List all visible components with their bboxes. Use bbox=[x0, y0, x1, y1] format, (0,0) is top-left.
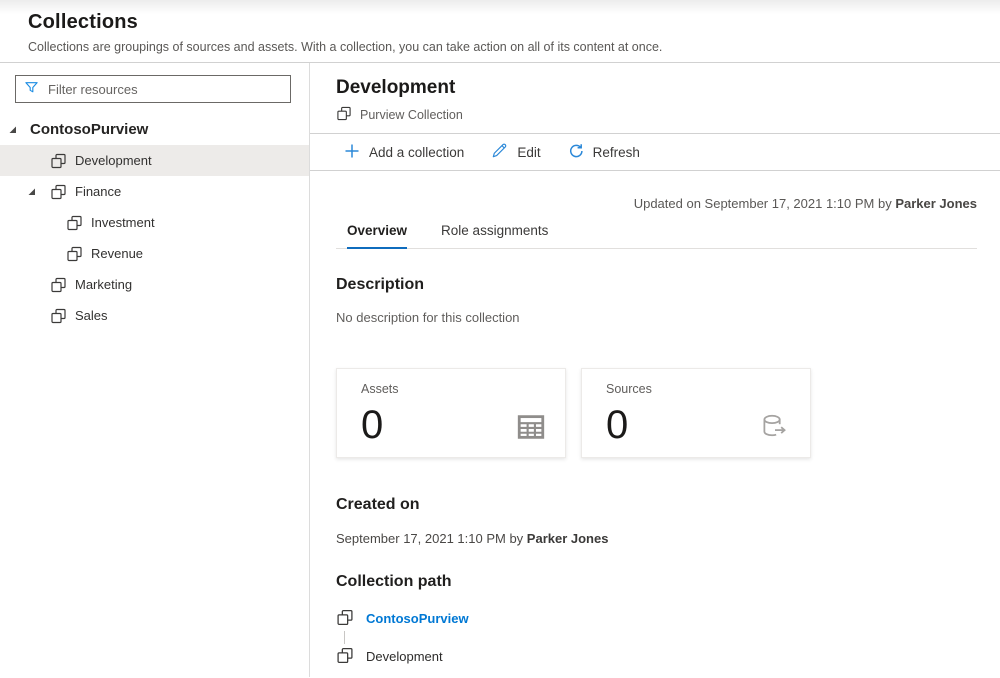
collection-icon bbox=[50, 277, 67, 293]
table-icon bbox=[517, 413, 545, 444]
created-by-name: Parker Jones bbox=[527, 531, 609, 546]
collection-icon bbox=[66, 215, 83, 231]
collection-path: ContosoPurview Development bbox=[336, 610, 977, 665]
tree-item-label: Investment bbox=[91, 215, 155, 230]
add-collection-label: Add a collection bbox=[369, 145, 464, 160]
description-empty-text: No description for this collection bbox=[336, 310, 977, 325]
description-heading: Description bbox=[336, 276, 977, 294]
collections-tree: ContosoPurview Development Finance bbox=[0, 115, 309, 331]
database-export-icon bbox=[760, 413, 790, 444]
sources-card-label: Sources bbox=[606, 382, 790, 396]
path-link-contosopurview[interactable]: ContosoPurview bbox=[366, 611, 469, 626]
tab-overview[interactable]: Overview bbox=[347, 223, 407, 249]
sources-card[interactable]: Sources 0 bbox=[581, 368, 811, 458]
command-bar: Add a collection Edit Refresh bbox=[310, 134, 1000, 171]
tree-item-investment[interactable]: Investment bbox=[0, 207, 309, 238]
tree-item-sales[interactable]: Sales bbox=[0, 300, 309, 331]
page-subtitle: Collections are groupings of sources and… bbox=[28, 40, 972, 54]
path-connector-line bbox=[344, 631, 345, 644]
path-current-development: Development bbox=[366, 649, 443, 664]
tab-role-assignments[interactable]: Role assignments bbox=[441, 223, 548, 249]
updated-info: Updated on September 17, 2021 1:10 PM by… bbox=[336, 196, 977, 211]
add-collection-button[interactable]: Add a collection bbox=[344, 143, 464, 162]
stat-cards: Assets 0 Sources 0 bbox=[336, 368, 977, 458]
expand-arrow-icon[interactable] bbox=[9, 126, 17, 134]
pencil-icon bbox=[491, 142, 508, 162]
tree-item-revenue[interactable]: Revenue bbox=[0, 238, 309, 269]
path-item-root: ContosoPurview bbox=[336, 610, 977, 627]
edit-label: Edit bbox=[517, 145, 540, 160]
collection-icon bbox=[50, 308, 67, 324]
created-on-heading: Created on bbox=[336, 496, 977, 514]
created-prefix: September 17, 2021 1:10 PM by bbox=[336, 531, 527, 546]
tree-item-development[interactable]: Development bbox=[0, 145, 309, 176]
expand-arrow-icon[interactable] bbox=[28, 188, 36, 196]
collections-sidebar: ContosoPurview Development Finance bbox=[0, 63, 310, 677]
tree-item-label: ContosoPurview bbox=[30, 121, 148, 138]
plus-icon bbox=[344, 143, 360, 162]
tree-item-label: Sales bbox=[75, 308, 108, 323]
collection-icon bbox=[336, 609, 354, 629]
page-header: Collections Collections are groupings of… bbox=[0, 0, 1000, 63]
assets-count: 0 bbox=[361, 406, 383, 444]
updated-prefix: Updated on September 17, 2021 1:10 PM by bbox=[634, 196, 896, 211]
tab-bar: Overview Role assignments bbox=[336, 223, 977, 249]
refresh-label: Refresh bbox=[593, 145, 640, 160]
collection-detail-panel: Development Purview Collection Add a col… bbox=[310, 63, 1000, 677]
updated-by-name: Parker Jones bbox=[895, 196, 977, 211]
collection-icon bbox=[336, 647, 354, 667]
collection-type-label: Purview Collection bbox=[360, 108, 463, 122]
tree-item-finance[interactable]: Finance bbox=[0, 176, 309, 207]
refresh-icon bbox=[568, 143, 584, 162]
collection-icon bbox=[50, 153, 67, 169]
created-on-text: September 17, 2021 1:10 PM by Parker Jon… bbox=[336, 531, 977, 546]
overview-content: Updated on September 17, 2021 1:10 PM by… bbox=[310, 171, 1000, 677]
tree-item-label: Revenue bbox=[91, 246, 143, 261]
collection-icon bbox=[50, 184, 67, 200]
collection-path-heading: Collection path bbox=[336, 573, 977, 591]
assets-card-label: Assets bbox=[361, 382, 545, 396]
assets-card[interactable]: Assets 0 bbox=[336, 368, 566, 458]
refresh-button[interactable]: Refresh bbox=[568, 143, 640, 162]
filter-resources-input[interactable] bbox=[48, 82, 282, 97]
collection-type-row: Purview Collection bbox=[336, 106, 976, 124]
collection-title: Development bbox=[336, 77, 976, 99]
filter-resources-box[interactable] bbox=[15, 75, 291, 103]
filter-icon bbox=[24, 80, 39, 98]
tree-item-label: Marketing bbox=[75, 277, 132, 292]
tree-item-marketing[interactable]: Marketing bbox=[0, 269, 309, 300]
tree-item-label: Development bbox=[75, 153, 152, 168]
path-item-current: Development bbox=[336, 648, 977, 665]
collection-icon bbox=[66, 246, 83, 262]
tree-item-label: Finance bbox=[75, 184, 121, 199]
collection-header: Development Purview Collection bbox=[310, 63, 1000, 134]
tree-item-contosopurview[interactable]: ContosoPurview bbox=[0, 115, 309, 143]
edit-button[interactable]: Edit bbox=[491, 142, 540, 162]
collection-icon bbox=[336, 106, 352, 124]
page-title: Collections bbox=[28, 11, 972, 34]
main-layout: ContosoPurview Development Finance bbox=[0, 63, 1000, 677]
sources-count: 0 bbox=[606, 406, 628, 444]
